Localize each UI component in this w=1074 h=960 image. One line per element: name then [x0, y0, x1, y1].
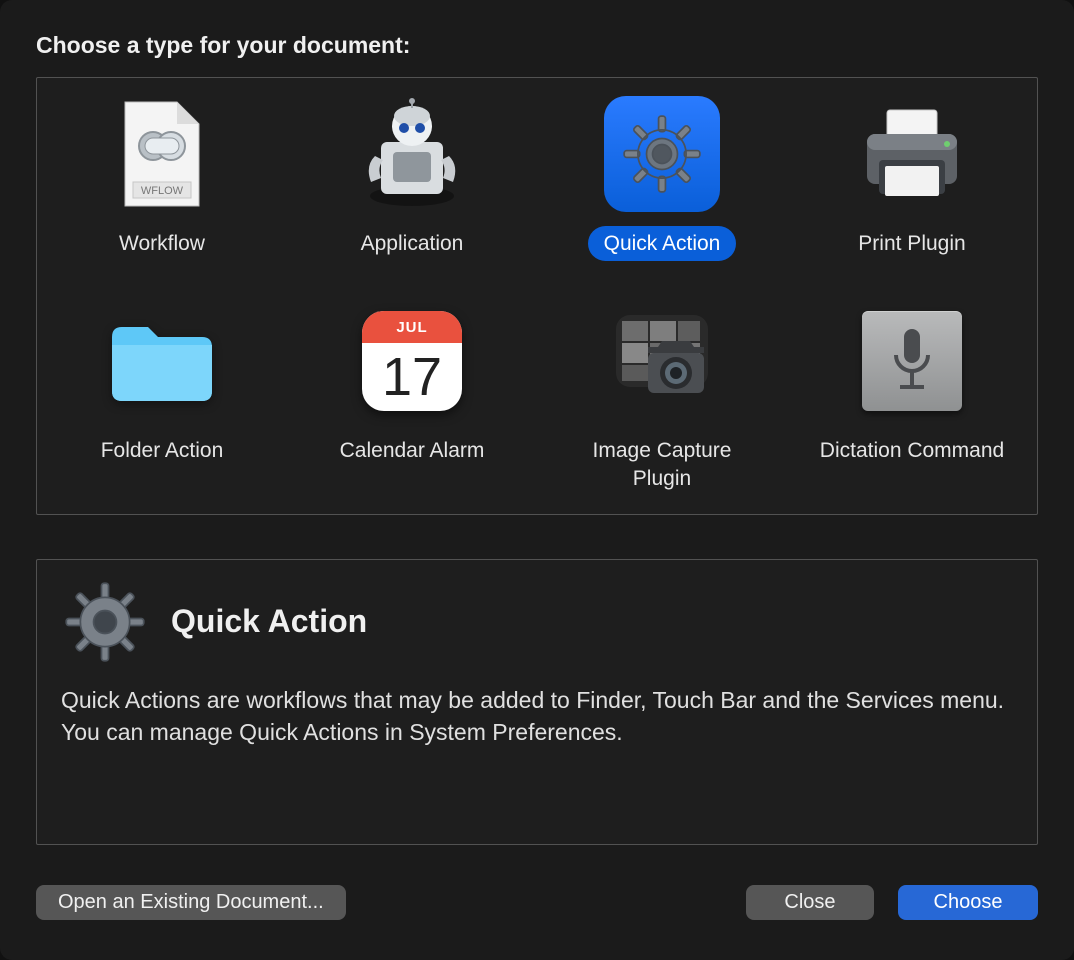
template-quick-action[interactable]: Quick Action	[537, 88, 787, 261]
template-label: Folder Action	[85, 433, 240, 468]
template-calendar-alarm[interactable]: JUL 17 Calendar Alarm	[287, 295, 537, 496]
image-capture-icon	[602, 301, 722, 421]
template-image-capture-plugin[interactable]: Image Capture Plugin	[537, 295, 787, 496]
workflow-icon: WFLOW	[102, 94, 222, 214]
quick-action-icon	[602, 94, 722, 214]
folder-icon	[102, 301, 222, 421]
calendar-day: 17	[362, 343, 462, 411]
close-button[interactable]: Close	[746, 885, 874, 920]
open-existing-button[interactable]: Open an Existing Document...	[36, 885, 346, 920]
svg-text:WFLOW: WFLOW	[141, 185, 184, 197]
template-grid-container: WFLOW Workflow	[36, 77, 1038, 515]
template-folder-action[interactable]: Folder Action	[37, 295, 287, 496]
template-label: Dictation Command	[804, 433, 1020, 468]
printer-icon	[852, 94, 972, 214]
template-grid: WFLOW Workflow	[37, 88, 1037, 496]
description-title: Quick Action	[171, 603, 367, 640]
template-dictation-command[interactable]: Dictation Command	[787, 295, 1037, 496]
template-label: Image Capture Plugin	[552, 433, 772, 496]
calendar-icon: JUL 17	[352, 301, 472, 421]
template-label: Calendar Alarm	[324, 433, 501, 468]
gear-icon	[61, 578, 149, 666]
template-label: Print Plugin	[842, 226, 981, 261]
template-print-plugin[interactable]: Print Plugin	[787, 88, 1037, 261]
button-row: Open an Existing Document... Close Choos…	[36, 885, 1038, 920]
microphone-icon	[852, 301, 972, 421]
template-label: Application	[345, 226, 480, 261]
application-icon	[352, 94, 472, 214]
template-label: Quick Action	[588, 226, 737, 261]
choose-button[interactable]: Choose	[898, 885, 1038, 920]
description-body: Quick Actions are workflows that may be …	[61, 684, 1013, 748]
template-workflow[interactable]: WFLOW Workflow	[37, 88, 287, 261]
template-label: Workflow	[103, 226, 221, 261]
template-chooser-dialog: Choose a type for your document: WFLOW	[0, 0, 1074, 960]
dialog-title: Choose a type for your document:	[36, 32, 1038, 59]
calendar-month: JUL	[362, 311, 462, 343]
template-application[interactable]: Application	[287, 88, 537, 261]
description-panel: Quick Action Quick Actions are workflows…	[36, 559, 1038, 845]
